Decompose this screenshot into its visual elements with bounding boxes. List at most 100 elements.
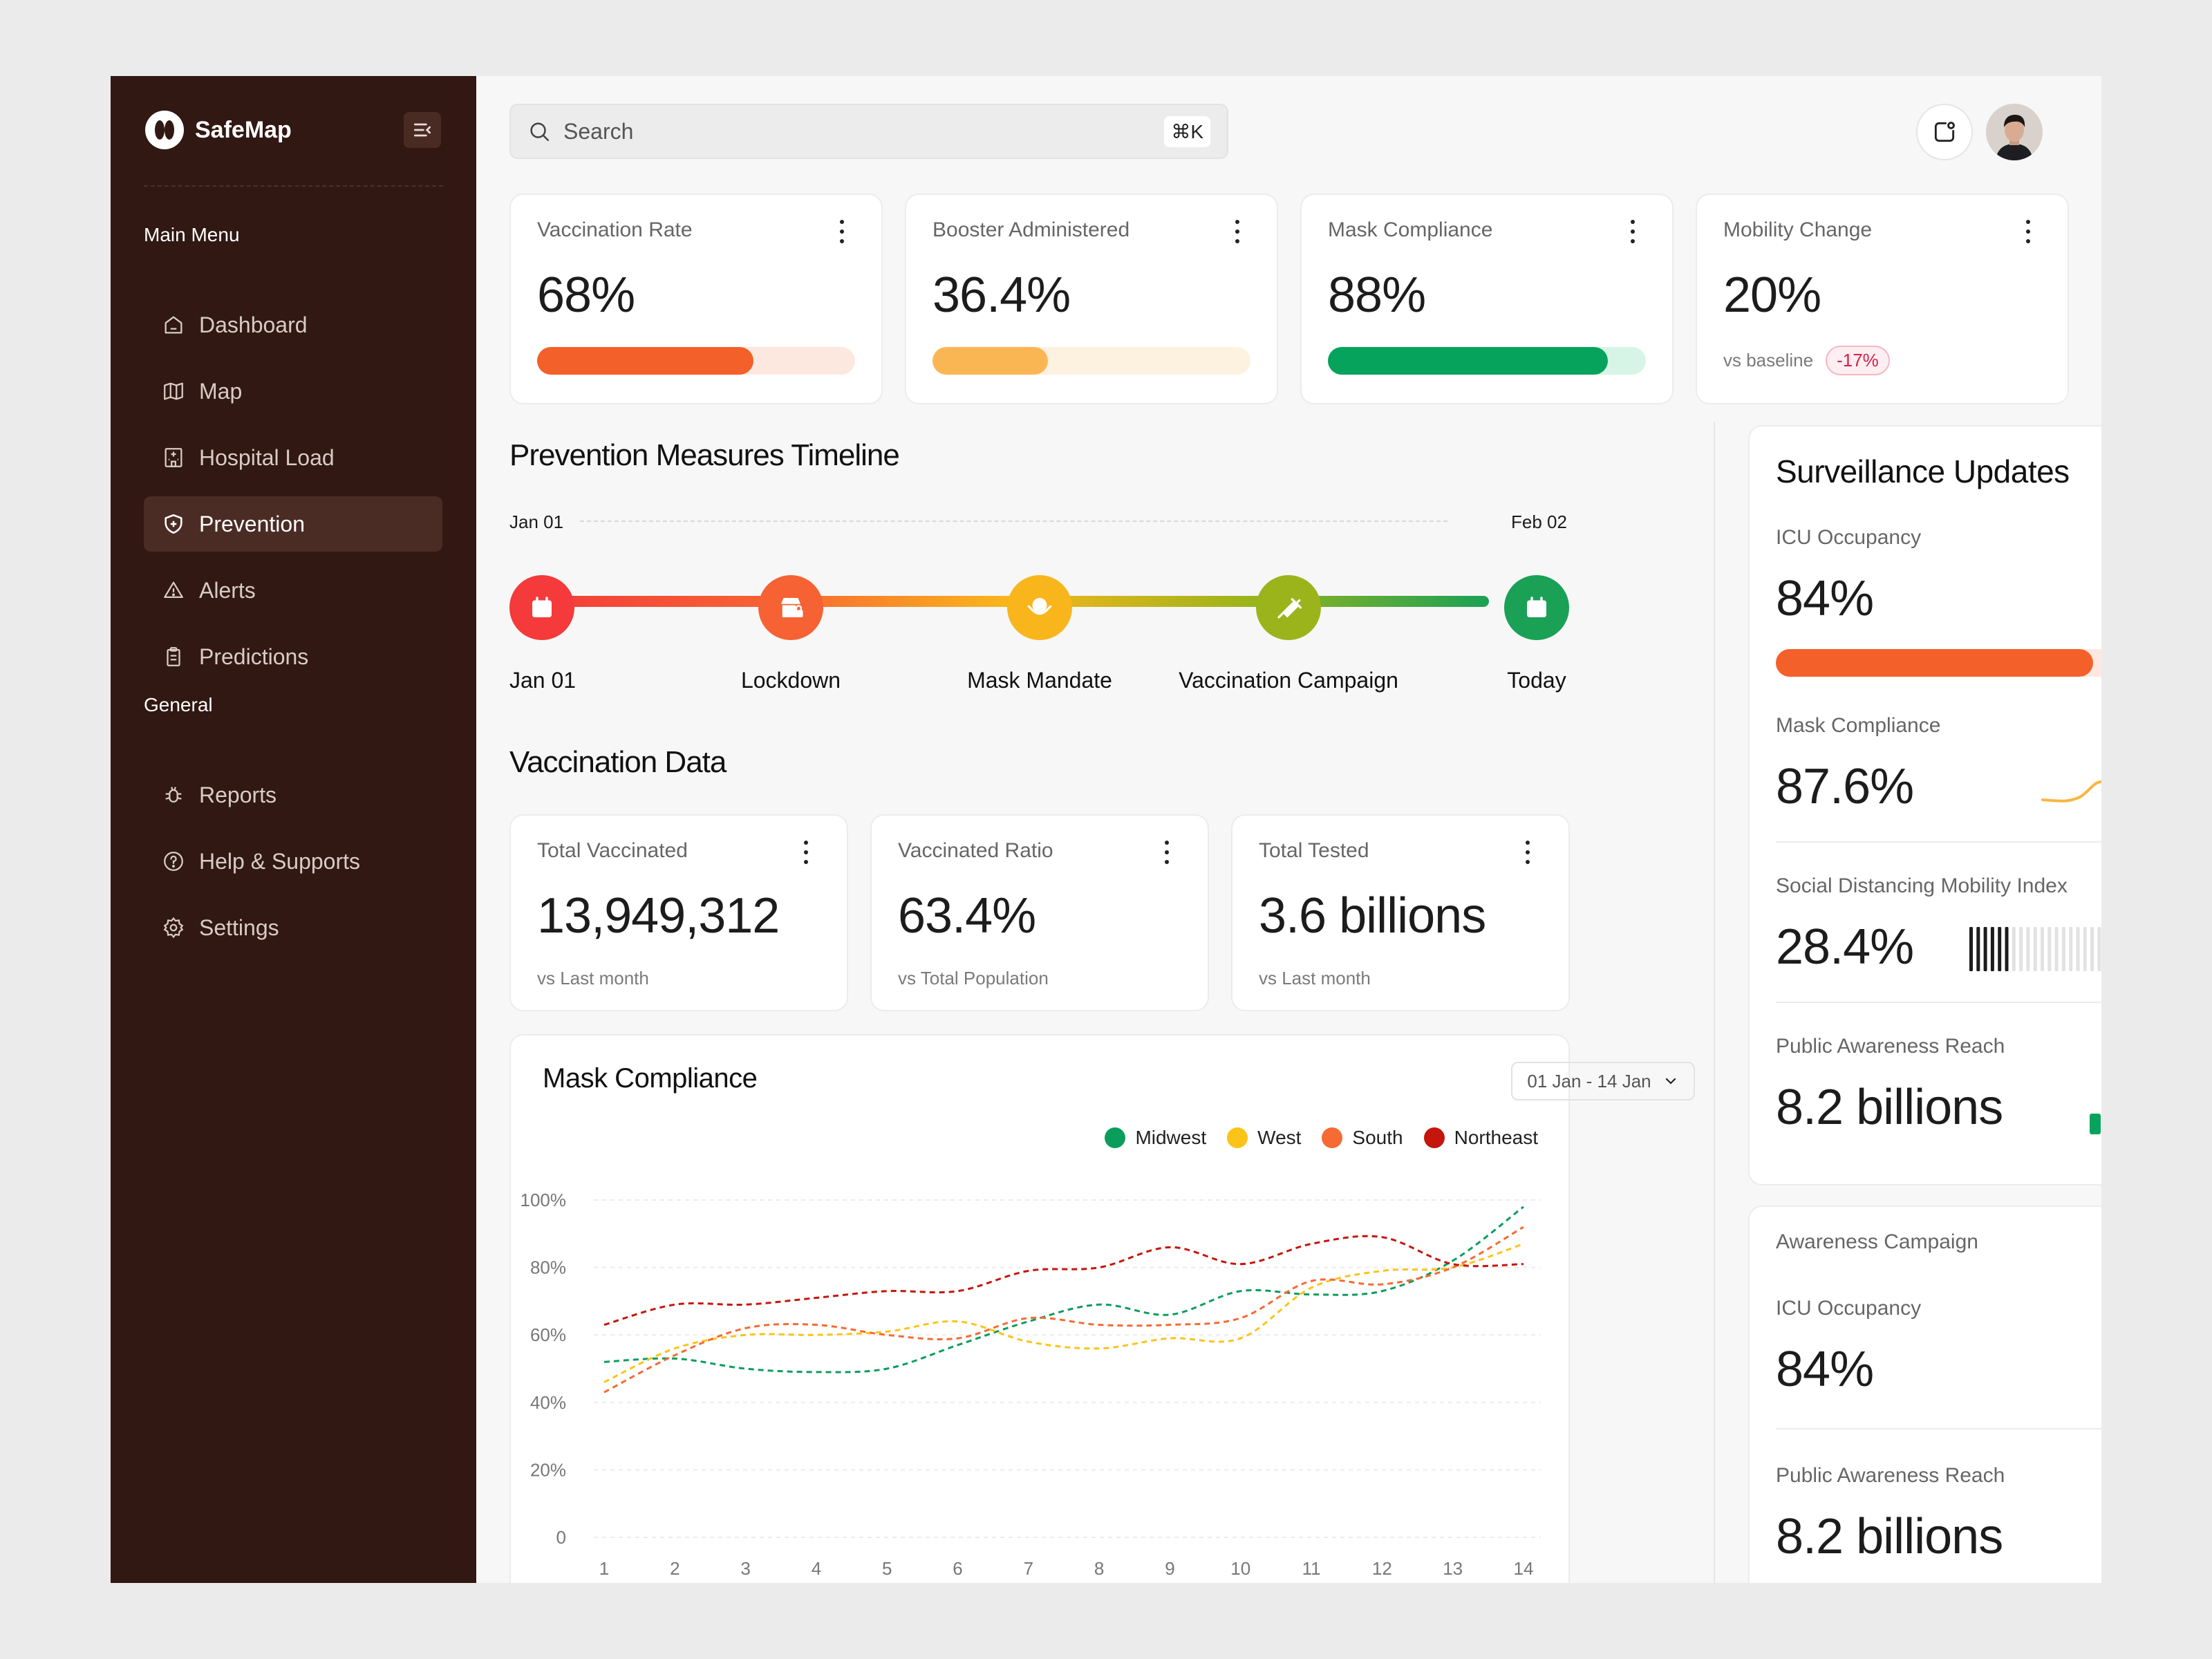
progress-fill — [932, 347, 1049, 375]
mobility-bar — [2012, 927, 2016, 971]
card-value: 63.4% — [898, 888, 1036, 944]
surveillance-card: Surveillance Updates ICU Occupancy 84% M… — [1748, 425, 2101, 1185]
x-tick-label: 14 — [1514, 1558, 1534, 1579]
campaign-awareness-value: 8.2 billions — [1776, 1509, 2003, 1564]
timeline-node-today[interactable] — [1504, 575, 1569, 640]
notifications-button[interactable] — [1916, 104, 1973, 160]
sidebar: SafeMap Main Menu Dashboard Map Hospital… — [111, 76, 476, 1583]
x-tick-label: 7 — [1024, 1558, 1033, 1579]
sidebar-item-label: Predictions — [199, 644, 309, 669]
x-tick-label: 11 — [1302, 1558, 1321, 1579]
shield-plus-icon — [165, 514, 182, 534]
main-content: Search ⌘K Vaccination Rate 68% Booster A… — [476, 76, 2101, 1583]
timeline-label: Mask Mandate — [967, 668, 1112, 693]
sidebar-item-reports[interactable]: Reports — [144, 767, 442, 823]
mobility-bar — [1969, 927, 1973, 971]
series-line-midwest — [603, 1206, 1524, 1374]
more-options-icon[interactable] — [2025, 220, 2032, 243]
sidebar-item-alerts[interactable]: Alerts — [144, 563, 442, 618]
app-window: SafeMap Main Menu Dashboard Map Hospital… — [111, 76, 2101, 1583]
clipboard-icon — [167, 647, 180, 666]
stat-value: 88% — [1328, 268, 1426, 323]
more-options-icon[interactable] — [1629, 220, 1636, 243]
main-menu-heading: Main Menu — [144, 224, 240, 245]
more-options-icon[interactable] — [1524, 841, 1531, 864]
card-title: Total Tested — [1259, 839, 1369, 862]
y-tick-label: 80% — [530, 1257, 566, 1278]
campaign-awareness-label: Public Awareness Reach — [1776, 1464, 2005, 1487]
calendar-icon — [532, 597, 552, 617]
x-tick-label: 6 — [953, 1558, 962, 1579]
sidebar-item-label: Dashboard — [199, 312, 308, 337]
card-sub: vs Last month — [537, 968, 649, 988]
store-lock-icon — [781, 598, 803, 617]
stat-title: Booster Administered — [932, 218, 1130, 241]
more-options-icon[interactable] — [1234, 220, 1241, 243]
help-icon — [164, 852, 183, 871]
sidebar-item-label: Help & Supports — [199, 848, 361, 874]
timeline-node-mask-mandate[interactable] — [1007, 575, 1072, 640]
sidebar-item-prevention[interactable]: Prevention — [144, 496, 442, 552]
sidebar-item-dashboard[interactable]: Dashboard — [144, 297, 442, 353]
mask-label: Mask Compliance — [1776, 714, 1941, 737]
y-tick-label: 60% — [530, 1324, 566, 1345]
search-bar[interactable]: Search ⌘K — [509, 104, 1228, 159]
more-options-icon[interactable] — [838, 220, 845, 243]
sidebar-item-map[interactable]: Map — [144, 364, 442, 419]
mobility-bar — [2069, 927, 2073, 971]
awareness-value: 8.2 billions — [1776, 1080, 2003, 1135]
search-icon — [530, 122, 550, 142]
mobility-bar — [2005, 927, 2009, 971]
x-tick-label: 9 — [1165, 1558, 1174, 1579]
mobility-bar — [2047, 927, 2052, 971]
sidebar-item-settings[interactable]: Settings — [144, 900, 442, 955]
timeline-label: Vaccination Campaign — [1179, 668, 1398, 693]
x-tick-label: 5 — [882, 1558, 892, 1579]
card-title: Vaccinated Ratio — [898, 839, 1053, 862]
y-tick-label: 0 — [556, 1527, 566, 1548]
sidebar-item-label: Reports — [199, 782, 277, 807]
brand[interactable]: SafeMap — [145, 111, 292, 149]
vaccination-card-ratio: Vaccinated Ratio 63.4% vs Total Populati… — [870, 814, 1209, 1011]
surveillance-title: Surveillance Updates — [1776, 453, 2070, 489]
mobility-bar — [2054, 927, 2059, 971]
x-tick-label: 13 — [1443, 1558, 1463, 1579]
collapse-sidebar-button[interactable] — [404, 112, 441, 148]
safemap-logo-icon — [145, 111, 184, 149]
more-options-icon[interactable] — [803, 841, 809, 864]
section-divider — [1776, 1428, 2101, 1430]
mask-value: 87.6% — [1776, 759, 1914, 814]
icu-progress-bar — [1776, 649, 2101, 677]
card-value: 3.6 billions — [1259, 888, 1486, 944]
timeline-start-date: Jan 01 — [509, 512, 564, 532]
stat-title: Mobility Change — [1723, 218, 1873, 241]
icu-value: 84% — [1776, 571, 1874, 626]
progress-bar — [1328, 347, 1646, 375]
sidebar-item-help[interactable]: Help & Supports — [144, 834, 442, 889]
awareness-mini-bar-chart — [2090, 1114, 2101, 1134]
calendar-icon — [1527, 597, 1546, 617]
campaign-icu-value: 84% — [1776, 1342, 1874, 1397]
bug-icon — [165, 787, 182, 803]
timeline-label: Lockdown — [740, 668, 841, 693]
vaccination-card-tested: Total Tested 3.6 billions vs Last month — [1231, 814, 1570, 1011]
warning-icon — [164, 581, 183, 599]
awareness-campaign-card: Awareness Campaign ICU Occupancy 84% Pub… — [1748, 1206, 2101, 1583]
timeline-node-start[interactable] — [509, 575, 574, 640]
card-title: Total Vaccinated — [537, 839, 688, 862]
timeline-title: Prevention Measures Timeline — [509, 438, 900, 472]
timeline-node-vaccination-campaign[interactable] — [1256, 575, 1321, 640]
mobility-bar — [2019, 927, 2023, 971]
sidebar-item-predictions[interactable]: Predictions — [144, 629, 442, 684]
more-options-icon[interactable] — [1163, 841, 1170, 864]
app-name: SafeMap — [195, 116, 292, 143]
stat-comparison: vs baseline -17% — [1723, 346, 1890, 375]
timeline-dashed-line — [580, 521, 1447, 522]
sidebar-item-hospital-load[interactable]: Hospital Load — [144, 430, 442, 485]
timeline-node-lockdown[interactable] — [758, 575, 823, 640]
mobility-value: 28.4% — [1776, 919, 1914, 975]
card-sub: vs Total Population — [898, 968, 1049, 988]
avatar[interactable] — [1986, 104, 2043, 160]
search-input[interactable]: Search — [563, 119, 1152, 144]
mobility-bar — [1990, 927, 1994, 971]
